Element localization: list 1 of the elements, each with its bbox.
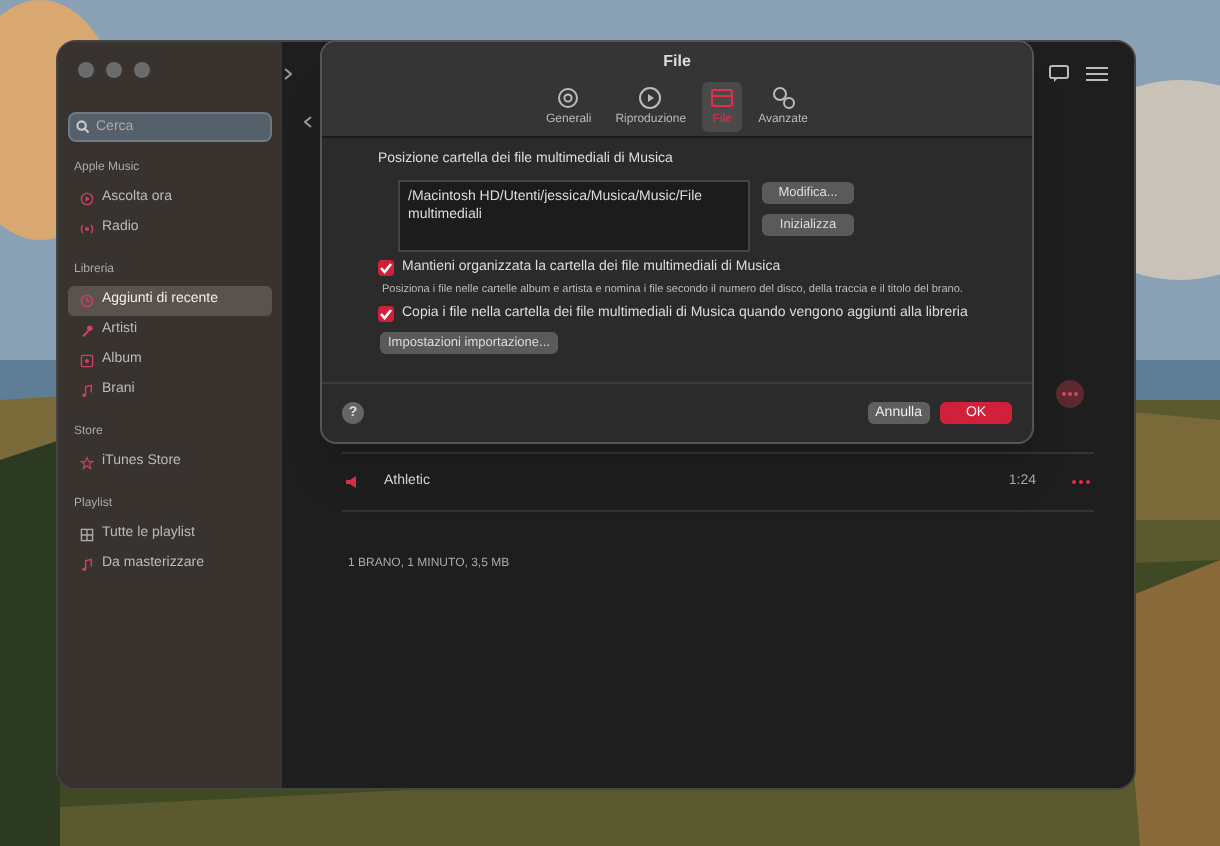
dialog-title: File: [663, 50, 691, 74]
